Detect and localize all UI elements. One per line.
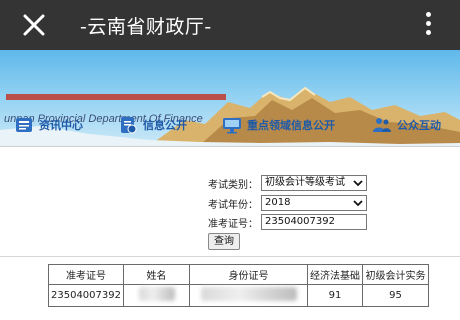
column-header: 身份证号 xyxy=(189,264,308,285)
more-vertical-icon[interactable] xyxy=(420,12,436,40)
name-cell-redacted xyxy=(123,284,190,307)
query-button[interactable]: 查询 xyxy=(208,233,240,250)
nav-item-label: 重点领域信息公开 xyxy=(247,119,335,132)
ticket-number-value: 23504007392 xyxy=(265,216,335,227)
exam-year-value: 2018 xyxy=(265,197,291,208)
monitor-icon xyxy=(223,118,241,134)
nav-item-info-disclosure[interactable]: 信息公开 xyxy=(118,114,187,136)
close-icon[interactable] xyxy=(20,11,48,39)
divider xyxy=(0,146,460,147)
ticket-cell: 23504007392 xyxy=(48,284,124,307)
exam-year-row: 考试年份： xyxy=(208,195,258,212)
table-row: 23504007392 91 95 xyxy=(48,284,429,307)
results-table: 准考证号 姓名 身份证号 经济法基础 初级会计实务 23504007392 91… xyxy=(48,264,429,307)
nav-item-key-areas[interactable]: 重点领域信息公开 xyxy=(222,114,335,136)
column-header: 经济法基础 xyxy=(307,264,363,285)
redacted-block xyxy=(200,287,297,301)
document-icon xyxy=(121,117,137,134)
nav-item-public-interaction[interactable]: 公众互动 xyxy=(372,114,441,136)
table-header-row: 准考证号 姓名 身份证号 经济法基础 初级会计实务 xyxy=(48,264,429,285)
column-header: 姓名 xyxy=(123,264,190,285)
ticket-label: 准考证号： xyxy=(208,219,258,230)
newspaper-icon xyxy=(16,118,32,132)
exam-year-select[interactable]: 2018 xyxy=(261,195,367,211)
nav-item-label: 公众互动 xyxy=(397,119,441,132)
main-nav: 资讯中心 信息公开 重点领域信息公开 公众互动 xyxy=(0,106,460,144)
score-cell: 95 xyxy=(362,284,429,307)
people-icon xyxy=(373,118,391,132)
column-header: 初级会计实务 xyxy=(362,264,429,285)
chevron-down-icon xyxy=(353,200,363,207)
page-title: -云南省财政厅- xyxy=(80,16,212,38)
nav-item-label: 信息公开 xyxy=(143,119,187,132)
nav-item-label: 资讯中心 xyxy=(39,119,83,132)
id-number-cell-redacted xyxy=(189,284,308,307)
ticket-row: 准考证号： xyxy=(208,214,258,231)
chevron-down-icon xyxy=(353,180,363,187)
divider xyxy=(0,256,460,257)
banner-logo-text xyxy=(6,94,226,100)
score-cell: 91 xyxy=(307,284,363,307)
exam-type-value: 初级会计等级考试 xyxy=(265,177,345,188)
exam-type-row: 考试类别： xyxy=(208,175,258,192)
redacted-block xyxy=(138,287,175,301)
nav-item-news[interactable]: 资讯中心 xyxy=(14,114,83,136)
exam-year-label: 考试年份： xyxy=(208,200,258,211)
app-bar: -云南省财政厅- xyxy=(0,0,460,50)
ticket-number-input[interactable]: 23504007392 xyxy=(261,214,367,230)
exam-type-select[interactable]: 初级会计等级考试 xyxy=(261,175,367,191)
column-header: 准考证号 xyxy=(48,264,124,285)
exam-type-label: 考试类别： xyxy=(208,180,258,191)
